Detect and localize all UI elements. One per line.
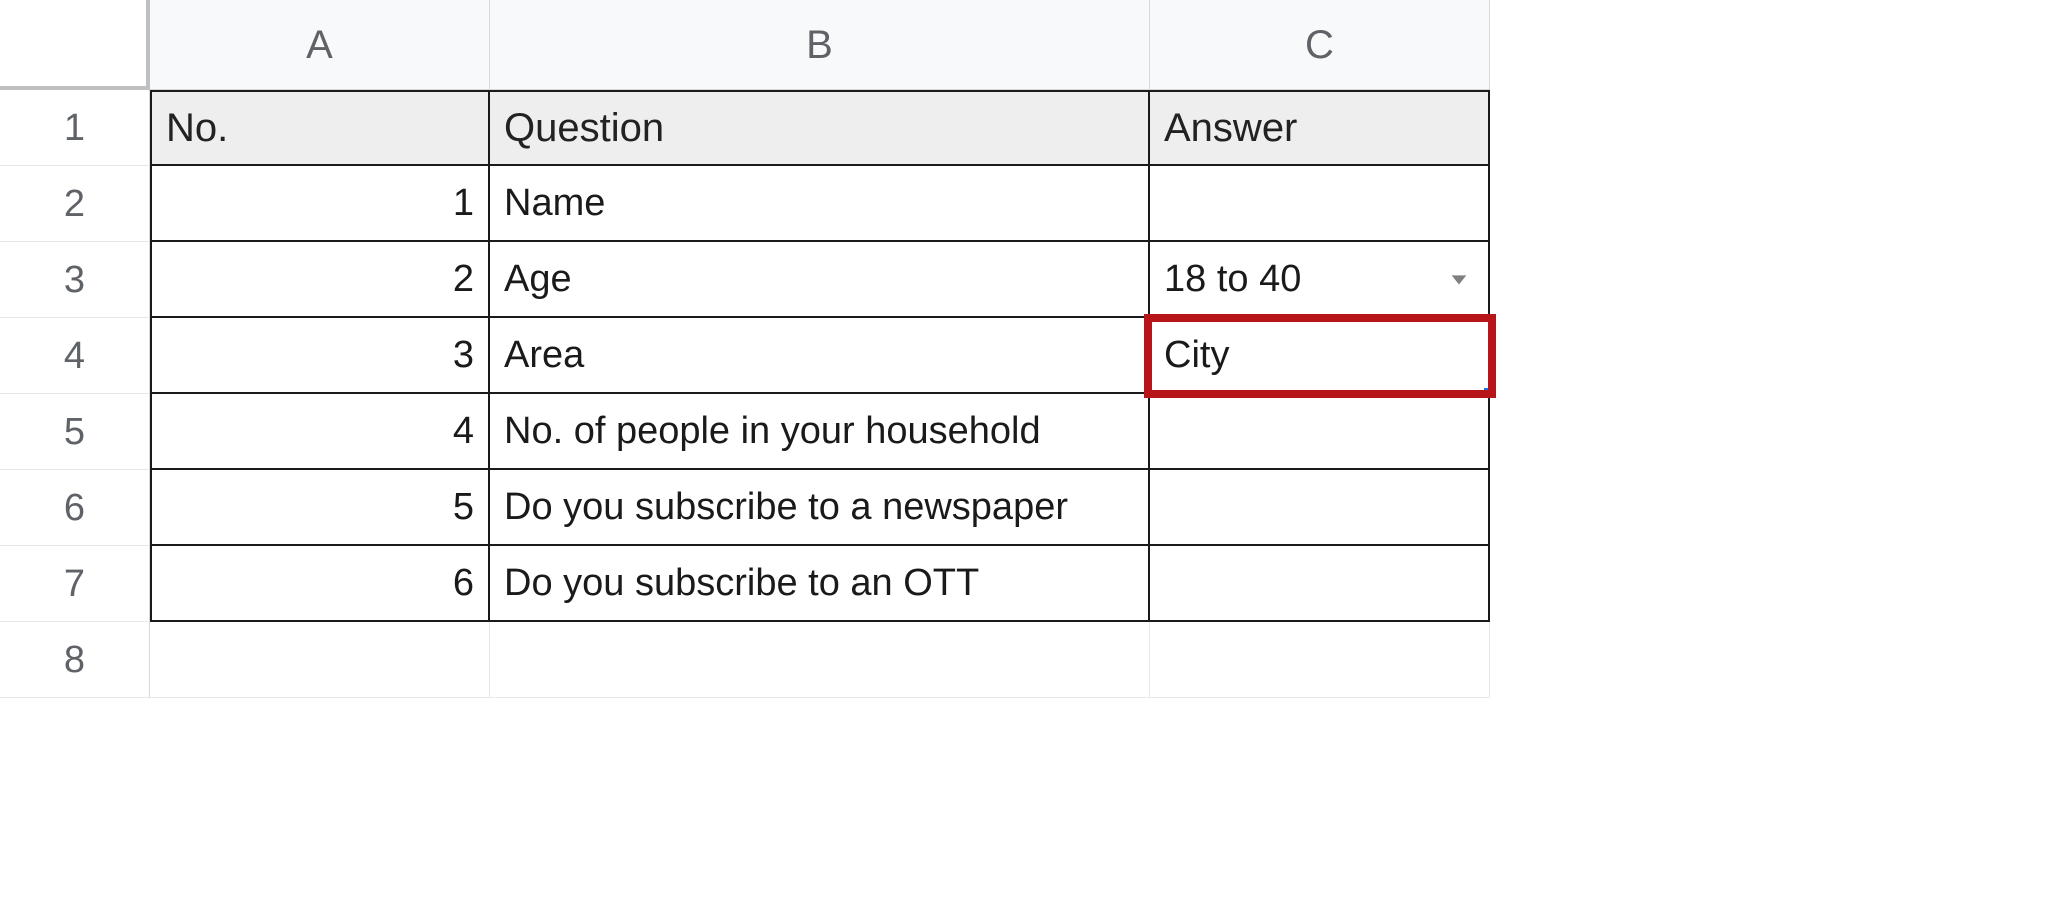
row-2: 2 1 Name [0, 166, 2048, 242]
cell-C1[interactable]: Answer [1150, 90, 1490, 166]
cell-B8[interactable] [490, 622, 1150, 698]
column-header-C[interactable]: C [1150, 0, 1490, 90]
cell-C4-value: City [1164, 336, 1229, 374]
row-header-2[interactable]: 2 [0, 166, 150, 242]
select-all-corner[interactable] [0, 0, 150, 90]
cell-C2[interactable] [1150, 166, 1490, 242]
cell-A2[interactable]: 1 [150, 166, 490, 242]
row-8: 8 [0, 622, 2048, 698]
row-4: 4 3 Area City [0, 318, 2048, 394]
cell-C7[interactable] [1150, 546, 1490, 622]
row-header-1[interactable]: 1 [0, 90, 150, 166]
cell-A8[interactable] [150, 622, 490, 698]
cell-B6[interactable]: Do you subscribe to a newspaper [490, 470, 1150, 546]
dropdown-arrow-icon[interactable] [1448, 268, 1470, 290]
spreadsheet[interactable]: A B C 1 No. Question Answer 2 1 Name 3 2… [0, 0, 2048, 698]
row-header-7[interactable]: 7 [0, 546, 150, 622]
cell-A1[interactable]: No. [150, 90, 490, 166]
selection-fill-handle[interactable] [1482, 386, 1494, 398]
column-header-B[interactable]: B [490, 0, 1150, 90]
row-7: 7 6 Do you subscribe to an OTT [0, 546, 2048, 622]
row-header-6[interactable]: 6 [0, 470, 150, 546]
row-1: 1 No. Question Answer [0, 90, 2048, 166]
cell-B2[interactable]: Name [490, 166, 1150, 242]
cell-B4[interactable]: Area [490, 318, 1150, 394]
row-header-8[interactable]: 8 [0, 622, 150, 698]
cell-B5[interactable]: No. of people in your household [490, 394, 1150, 470]
cell-A7[interactable]: 6 [150, 546, 490, 622]
row-header-5[interactable]: 5 [0, 394, 150, 470]
column-header-A[interactable]: A [150, 0, 490, 90]
cell-B7[interactable]: Do you subscribe to an OTT [490, 546, 1150, 622]
cell-B1[interactable]: Question [490, 90, 1150, 166]
cell-A5[interactable]: 4 [150, 394, 490, 470]
cell-C3-value: 18 to 40 [1164, 260, 1301, 298]
cell-A3[interactable]: 2 [150, 242, 490, 318]
row-header-3[interactable]: 3 [0, 242, 150, 318]
row-5: 5 4 No. of people in your household [0, 394, 2048, 470]
cell-C8[interactable] [1150, 622, 1490, 698]
cell-B3[interactable]: Age [490, 242, 1150, 318]
cell-C3[interactable]: 18 to 40 [1150, 242, 1490, 318]
cell-C6[interactable] [1150, 470, 1490, 546]
column-header-row: A B C [0, 0, 2048, 90]
row-3: 3 2 Age 18 to 40 [0, 242, 2048, 318]
row-header-4[interactable]: 4 [0, 318, 150, 394]
row-6: 6 5 Do you subscribe to a newspaper [0, 470, 2048, 546]
cell-A6[interactable]: 5 [150, 470, 490, 546]
cell-A4[interactable]: 3 [150, 318, 490, 394]
cell-C4[interactable]: City [1150, 318, 1490, 394]
cell-C5[interactable] [1150, 394, 1490, 470]
